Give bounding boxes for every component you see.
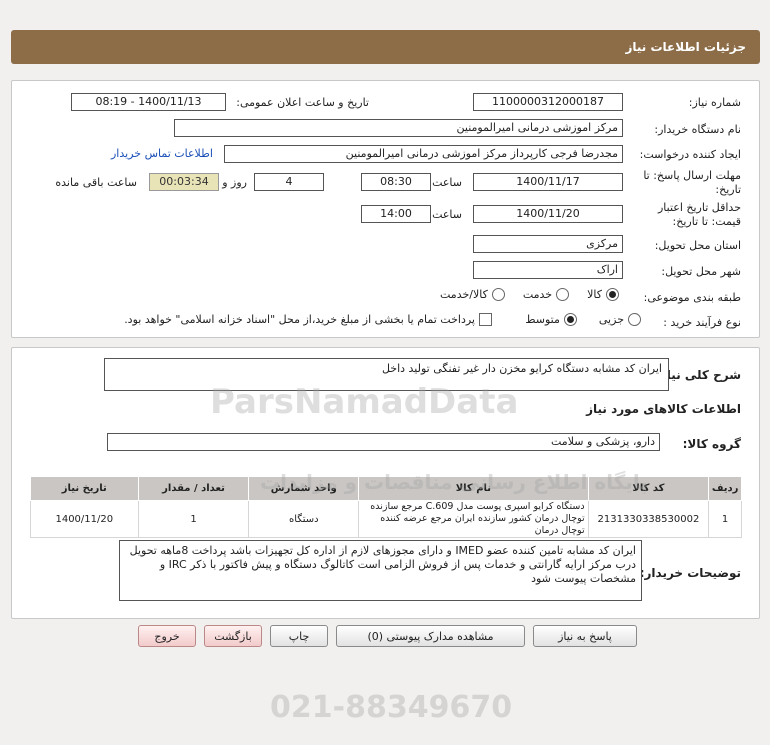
need-number-label: شماره نیاز: <box>688 96 741 109</box>
goods-group-field: دارو، پزشکی و سلامت <box>107 433 660 451</box>
days-label: روز و <box>222 176 247 189</box>
city-field: اراک <box>473 261 623 279</box>
attachments-button[interactable]: مشاهده مدارک پیوستی (0) <box>336 625 525 647</box>
validity-time-field: 14:00 <box>361 205 431 223</box>
radio-icon <box>556 288 570 301</box>
process-label: نوع فرآیند خرید : <box>663 316 741 329</box>
radio-icon <box>491 288 505 301</box>
reply-time-field: 08:30 <box>361 173 431 191</box>
goods-group-label: گروه کالا: <box>682 437 741 451</box>
category-label: طبقه بندی موضوعی: <box>643 291 741 304</box>
watermark-phone: 021-88349670 <box>270 690 513 725</box>
category-goods-radio[interactable]: کالا <box>587 288 619 301</box>
col-unit: واحد شمارش <box>248 476 360 501</box>
creator-field: مجدرضا فرجی کارپرداز مرکز اموزشی درمانی … <box>224 145 623 163</box>
buyer-org-field: مرکز اموزشی درمانی امیرالمومنین <box>174 119 623 137</box>
page-title: جزئیات اطلاعات نیاز <box>625 40 746 54</box>
days-field: 4 <box>254 173 324 191</box>
col-row: ردیف <box>708 476 742 501</box>
city-label: شهر محل تحویل: <box>661 265 741 278</box>
radio-icon <box>628 313 641 326</box>
buyer-org-label: نام دستگاه خریدار: <box>654 123 741 136</box>
col-name: نام کالا <box>358 476 589 501</box>
exit-button[interactable]: خروج <box>138 625 196 647</box>
goods-info-title: اطلاعات کالاهای مورد نیاز <box>586 402 741 416</box>
cell-name: دستگاه کرایو اسپری پوست مدل C.609 مرجع س… <box>358 500 589 538</box>
validity-time-label: ساعت <box>432 208 462 221</box>
goods-table: ردیف کد کالا نام کالا واحد شمارش تعداد /… <box>30 476 742 538</box>
cell-unit: دستگاه <box>248 500 360 538</box>
province-field: مرکزی <box>473 235 623 253</box>
col-code: کد کالا <box>587 476 710 501</box>
announce-field: 1400/11/13 - 08:19 <box>71 93 226 111</box>
process-medium-radio[interactable]: متوسط <box>525 313 577 326</box>
need-number-field: 1100000312000187 <box>473 93 623 111</box>
reply-button[interactable]: پاسخ به نیاز <box>533 625 637 647</box>
cell-row: 1 <box>708 500 742 538</box>
back-button[interactable]: بازگشت <box>204 625 262 647</box>
buyer-notes-field: ایران کد مشابه تامین کننده عضو IMED و دا… <box>119 540 642 601</box>
cell-date: 1400/11/20 <box>30 500 139 538</box>
category-service-radio[interactable]: خدمت <box>523 288 570 301</box>
table-row: 1 2131330338530002 دستگاه کرایو اسپری پو… <box>30 500 742 538</box>
reply-date-field: 1400/11/17 <box>473 173 623 191</box>
summary-field: ایران کد مشابه دستگاه کرایو مخزن دار غیر… <box>104 358 669 391</box>
details-panel: شرح کلی نیاز: ایران کد مشابه دستگاه کرای… <box>11 347 760 619</box>
process-options: جزیی متوسط <box>525 313 641 326</box>
validity-label: حداقل تاریخ اعتبار قیمت: تا تاریخ: <box>657 201 741 228</box>
remaining-time-field: 00:03:34 <box>149 173 219 191</box>
buyer-notes-label: توضیحات خریدار: <box>639 566 741 580</box>
col-qty: تعداد / مقدار <box>137 476 250 501</box>
treasury-payment-checkbox[interactable]: پرداخت تمام یا بخشی از مبلغ خرید،از محل … <box>124 313 492 326</box>
province-label: استان محل تحویل: <box>654 239 741 252</box>
radio-selected-icon <box>563 313 577 326</box>
page-header: جزئیات اطلاعات نیاز <box>11 30 760 64</box>
remaining-label: ساعت باقی مانده <box>55 176 137 189</box>
category-goods-service-radio[interactable]: کالا/خدمت <box>440 288 505 301</box>
cell-qty: 1 <box>137 500 250 538</box>
category-options: کالا خدمت کالا/خدمت <box>440 288 619 301</box>
validity-date-field: 1400/11/20 <box>473 205 623 223</box>
print-button[interactable]: چاپ <box>270 625 328 647</box>
info-panel: شماره نیاز: 1100000312000187 تاریخ و ساع… <box>11 80 760 338</box>
reply-time-label: ساعت <box>432 176 462 189</box>
reply-deadline-label: مهلت ارسال پاسخ: تا تاریخ: <box>643 169 741 196</box>
table-header-row: ردیف کد کالا نام کالا واحد شمارش تعداد /… <box>30 476 742 501</box>
contact-buyer-link[interactable]: اطلاعات تماس خریدار <box>111 147 213 160</box>
col-date: تاریخ نیاز <box>30 476 139 501</box>
creator-label: ایجاد کننده درخواست: <box>639 148 741 161</box>
checkbox-icon <box>479 313 492 326</box>
radio-selected-icon <box>606 288 619 301</box>
cell-code: 2131330338530002 <box>587 500 710 538</box>
announce-label: تاریخ و ساعت اعلان عمومی: <box>236 96 369 109</box>
process-minor-radio[interactable]: جزیی <box>599 313 641 326</box>
